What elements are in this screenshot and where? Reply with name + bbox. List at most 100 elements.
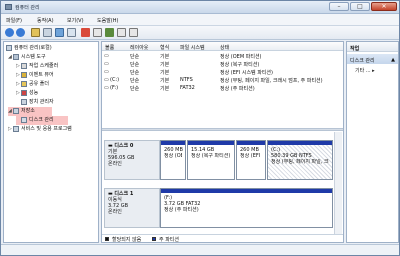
partition-status: 정상 (주 파티션) bbox=[164, 207, 199, 213]
tree-event-viewer[interactable]: ▷ 이벤트 뷰어 bbox=[16, 71, 110, 80]
actions-section-disk-management[interactable]: 디스크 관리 ▲ bbox=[347, 54, 398, 64]
partition-oem[interactable]: 260 MB 정상 (OEM 파티션) bbox=[160, 140, 186, 180]
tree-task-scheduler[interactable]: ▷ 작업 스케줄러 bbox=[16, 62, 110, 71]
disk-1-label[interactable]: ▬ 디스크 1 이동식 3.72 GB 온라인 bbox=[104, 188, 160, 228]
clock-icon bbox=[21, 62, 27, 69]
vertical-scrollbar[interactable] bbox=[334, 132, 342, 234]
tree-root[interactable]: 컴퓨터 관리(로컬) bbox=[6, 44, 100, 53]
tree-root-label: 컴퓨터 관리(로컬) bbox=[14, 45, 52, 51]
pane-splitter[interactable] bbox=[102, 128, 343, 131]
type-cell: 기본 bbox=[160, 62, 170, 68]
layout-cell: 단순 bbox=[130, 86, 140, 92]
list-view-icon[interactable] bbox=[129, 28, 138, 37]
forward-icon[interactable] bbox=[16, 28, 25, 37]
tree-services[interactable]: ▷ 서비스 및 응용 프로그램 bbox=[8, 125, 102, 134]
tree-system-tools-label: 시스템 도구 bbox=[21, 54, 46, 60]
partition-status: 정상 (복구 파티션) bbox=[191, 153, 231, 159]
primary-partition-bar bbox=[237, 141, 265, 145]
column-type[interactable]: 형식 bbox=[160, 44, 169, 51]
volume-row[interactable]: ▭ 단순 기본 정상 (OEM 파티션) bbox=[102, 53, 343, 60]
minimize-button[interactable]: – bbox=[329, 2, 349, 11]
more-actions-label: 기타 ... bbox=[355, 68, 371, 74]
console-tree-icon[interactable] bbox=[43, 28, 52, 37]
disk-0-label[interactable]: ▬ 디스크 0 기본 596.05 GB 온라인 bbox=[104, 140, 160, 180]
volume-icon: ▭ bbox=[104, 53, 109, 59]
primary-partition-bar bbox=[268, 141, 332, 145]
volume-list-header: 볼륨 레이아웃 형식 파일 시스템 상태 bbox=[102, 42, 343, 51]
tools-icon bbox=[13, 53, 19, 60]
tree-services-label: 서비스 및 응용 프로그램 bbox=[21, 126, 72, 132]
minimize-icon: – bbox=[337, 3, 341, 10]
fs-cell: NTFS bbox=[180, 77, 193, 83]
column-layout[interactable]: 레이아웃 bbox=[130, 44, 148, 51]
volume-row[interactable]: ▭ (F:) 단순 기본 FAT32 정상 (주 파티션) bbox=[102, 85, 343, 92]
copy-icon[interactable] bbox=[93, 28, 102, 37]
tree-shared-folders[interactable]: ▷ 공유 폴더 bbox=[16, 80, 110, 89]
volume-row[interactable]: ▭ 단순 기본 정상 (복구 파티션) bbox=[102, 61, 343, 68]
volume-icon: ▭ bbox=[104, 61, 109, 67]
volume-row[interactable]: ▭ (C:) 단순 기본 NTFS 정상 (부팅, 페이지 파일, 크래시 덤프… bbox=[102, 77, 343, 84]
tree-disk-management-label: 디스크 관리 bbox=[29, 117, 54, 123]
menu-view[interactable]: 보기(V) bbox=[67, 17, 84, 24]
help-icon[interactable] bbox=[55, 28, 64, 37]
menu-bar: 파일(F) 동작(A) 보기(V) 도움말(H) bbox=[1, 14, 399, 26]
layout-cell: 단순 bbox=[130, 62, 140, 68]
services-icon bbox=[13, 125, 19, 132]
status-cell: 정상 (주 파티션) bbox=[220, 86, 255, 92]
primary-partition-bar bbox=[161, 189, 332, 193]
partition-c[interactable]: (C:) 580.39 GB NTFS 정상 (부팅, 페이지 파일, 크래시) bbox=[267, 140, 333, 180]
delete-icon[interactable] bbox=[81, 28, 90, 37]
tree-disk-management[interactable]: 디스크 관리 bbox=[16, 116, 68, 125]
partition-efi[interactable]: 260 MB 정상 (EFI 시스템) bbox=[236, 140, 266, 180]
tree-storage[interactable]: ◢ 저장소 bbox=[8, 107, 52, 116]
tree-shared-folders-label: 공유 폴더 bbox=[29, 81, 49, 87]
partition-status: 정상 (EFI 시스템) bbox=[240, 153, 262, 159]
volume-cell: (F:) bbox=[110, 85, 119, 91]
status-cell: 정상 (EFI 시스템 파티션) bbox=[220, 70, 273, 76]
close-button[interactable]: ✕ bbox=[371, 2, 397, 11]
volume-cell: (C:) bbox=[110, 77, 120, 83]
partition-status: 정상 (OEM 파티션) bbox=[164, 153, 182, 159]
legend: 할당되지 않음 주 파티션 bbox=[102, 234, 343, 243]
menu-file[interactable]: 파일(F) bbox=[6, 17, 22, 24]
fs-cell: FAT32 bbox=[180, 85, 195, 91]
status-cell: 정상 (OEM 파티션) bbox=[220, 54, 262, 60]
volume-icon: ▭ bbox=[104, 77, 109, 83]
disk-icon[interactable] bbox=[117, 28, 126, 37]
actions-section-label: 디스크 관리 bbox=[350, 58, 375, 64]
partition-recovery[interactable]: 15.14 GB 정상 (복구 파티션) bbox=[187, 140, 235, 180]
folder-up-icon[interactable] bbox=[31, 28, 40, 37]
more-actions[interactable]: 기타 ... ▸ bbox=[355, 67, 375, 74]
tree-device-manager-label: 장치 관리자 bbox=[29, 99, 54, 105]
maximize-icon: □ bbox=[357, 3, 363, 10]
primary-partition-bar bbox=[188, 141, 234, 145]
chevron-right-icon: ▸ bbox=[372, 68, 375, 74]
collapse-arrow-icon[interactable]: ▲ bbox=[391, 57, 395, 63]
type-cell: 기본 bbox=[160, 54, 170, 60]
status-cell: 정상 (부팅, 페이지 파일, 크래시 덤프, 주 파티션) bbox=[220, 78, 323, 84]
layout-cell: 단순 bbox=[130, 54, 140, 60]
disk-management-icon bbox=[21, 116, 27, 123]
column-filesystem[interactable]: 파일 시스템 bbox=[180, 44, 205, 51]
type-cell: 기본 bbox=[160, 78, 170, 84]
menu-help[interactable]: 도움말(H) bbox=[97, 17, 118, 24]
partition-f[interactable]: (F:) 3.72 GB FAT32 정상 (주 파티션) bbox=[160, 188, 333, 228]
volume-row[interactable]: ▭ 단순 기본 정상 (EFI 시스템 파티션) bbox=[102, 69, 343, 76]
volume-icon: ▭ bbox=[104, 85, 109, 91]
shared-folder-icon bbox=[21, 80, 27, 87]
disk-state: 온라인 bbox=[108, 209, 122, 215]
tree-event-viewer-label: 이벤트 뷰어 bbox=[29, 72, 54, 78]
check-icon[interactable] bbox=[105, 28, 114, 37]
tree-system-tools[interactable]: ◢ 시스템 도구 bbox=[8, 53, 102, 62]
back-icon[interactable] bbox=[5, 28, 14, 37]
menu-action[interactable]: 동작(A) bbox=[37, 17, 54, 24]
type-cell: 기본 bbox=[160, 86, 170, 92]
status-bar bbox=[1, 244, 399, 255]
column-status[interactable]: 상태 bbox=[220, 44, 229, 51]
column-volume[interactable]: 볼륨 bbox=[105, 44, 114, 51]
legend-label-primary: 주 파티션 bbox=[159, 237, 179, 243]
tree-performance[interactable]: ▷ 성능 bbox=[16, 89, 110, 98]
disk-management-pane: 볼륨 레이아웃 형식 파일 시스템 상태 ▭ 단순 기본 정상 (OEM 파티션… bbox=[101, 41, 344, 243]
maximize-button[interactable]: □ bbox=[350, 2, 370, 11]
properties-icon[interactable] bbox=[67, 28, 76, 37]
